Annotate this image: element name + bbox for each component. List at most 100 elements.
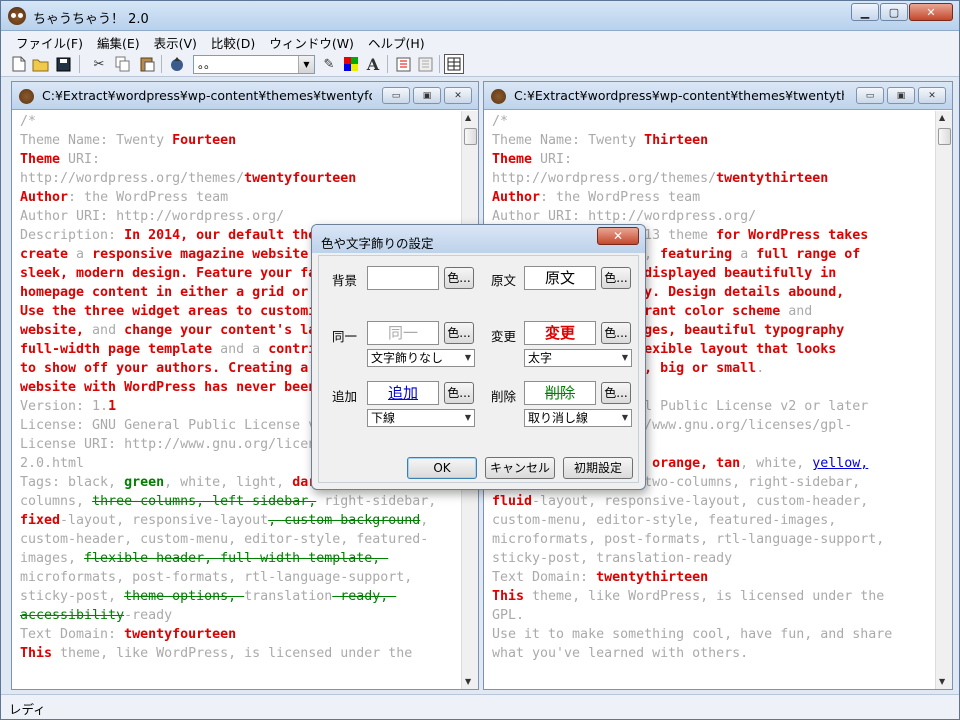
added-swatch: 追加 <box>367 381 439 405</box>
code-line: fixed-layout, responsive-layout, custom-… <box>20 511 458 530</box>
code-segment: /* <box>20 114 37 129</box>
code-segment: sticky-post, <box>20 589 125 604</box>
code-segment: -layout, responsive-layout <box>60 513 269 528</box>
close-button[interactable]: ✕ <box>909 3 953 21</box>
code-line: custom-header, custom-menu, editor-style… <box>20 530 458 549</box>
menu-view[interactable]: 表示(V) <box>147 31 204 51</box>
dialog-close-button[interactable]: ✕ <box>597 227 639 245</box>
menu-help[interactable]: ヘルプ(H) <box>361 31 432 51</box>
search-combo[interactable]: 。。 ▼ <box>193 55 315 74</box>
menu-window[interactable]: ウィンドウ(W) <box>262 31 361 51</box>
menu-bar: ファイル(F) 編集(E) 表示(V) 比較(D) ウィンドウ(W) ヘルプ(H… <box>1 31 959 51</box>
pen-icon[interactable]: ✎ <box>319 54 339 74</box>
code-line: Use it to make something cool, have fun,… <box>492 625 932 644</box>
code-segment: /* <box>492 114 509 129</box>
right-pane-minimize-button[interactable]: ▭ <box>856 87 884 104</box>
code-segment: sticky-post, translation-ready <box>492 551 733 566</box>
copy-icon[interactable] <box>113 54 133 74</box>
code-segment: Author URI: http://wordpress.org/ <box>492 209 757 224</box>
scroll-up-icon[interactable]: ▲ <box>939 113 945 122</box>
same-style-select[interactable]: 文字飾りなし ▼ <box>367 349 475 367</box>
color-icon[interactable] <box>341 54 361 74</box>
ok-button[interactable]: OK <box>407 457 477 479</box>
save-icon[interactable] <box>53 54 73 74</box>
chevron-down-icon[interactable]: ▼ <box>298 56 314 73</box>
left-pane-icon[interactable] <box>393 54 413 74</box>
menu-file[interactable]: ファイル(F) <box>9 31 90 51</box>
same-color-button[interactable]: 色... <box>444 322 474 344</box>
deleted-color-button[interactable]: 色... <box>601 382 631 404</box>
added-style-select[interactable]: 下線 ▼ <box>367 409 475 427</box>
chevron-down-icon: ▼ <box>621 353 628 362</box>
added-color-button[interactable]: 色... <box>444 382 474 404</box>
code-line: images, flexible-header, full-width-temp… <box>20 549 458 568</box>
dialog-title: 色や文字飾りの設定 <box>321 236 434 251</box>
code-segment: Fourteen <box>172 133 237 148</box>
changed-style-select[interactable]: 太字 ▼ <box>524 349 632 367</box>
deleted-label: 削除 <box>491 389 517 404</box>
left-pane-minimize-button[interactable]: ▭ <box>382 87 410 104</box>
grid-icon[interactable] <box>444 54 464 74</box>
code-line: microformats, post-formats, rtl-language… <box>492 530 932 549</box>
code-line: columns, three-columns, left-sidebar, ri… <box>20 492 458 511</box>
code-segment: full range of <box>756 247 861 262</box>
code-line: custom-menu, editor-style, featured-imag… <box>492 511 932 530</box>
dialog-titlebar: 色や文字飾りの設定 ✕ <box>312 225 645 253</box>
code-line: sticky-post, translation-ready <box>492 549 932 568</box>
original-color-button[interactable]: 色... <box>601 267 631 289</box>
menu-compare[interactable]: 比較(D) <box>204 31 262 51</box>
scroll-down-icon[interactable]: ▼ <box>939 677 945 686</box>
cut-icon[interactable]: ✂ <box>89 54 109 74</box>
font-icon[interactable]: A <box>363 54 383 74</box>
same-label: 同一 <box>332 329 358 344</box>
right-pane-maximize-button[interactable]: ▣ <box>887 87 915 104</box>
same-style-value: 文字飾りなし <box>371 351 444 365</box>
menu-edit[interactable]: 編集(E) <box>90 31 147 51</box>
dialog-body: 背景 色... 原文 原文 色... 同一 同一 色... 文字飾りなし ▼ 変… <box>318 255 639 483</box>
code-line: Author: the WordPress team <box>20 188 458 207</box>
code-segment: a <box>68 247 93 262</box>
code-segment: Use it to make something cool, have fun,… <box>492 627 893 642</box>
right-pane-titlebar: C:¥Extract¥wordpress¥wp-content¥themes¥t… <box>484 82 952 110</box>
changed-color-button[interactable]: 色... <box>601 322 631 344</box>
left-pane-maximize-button[interactable]: ▣ <box>413 87 441 104</box>
code-line: accessibility-ready <box>20 606 458 625</box>
window-controls: ▁ ▢ ✕ <box>851 3 953 21</box>
code-segment: URI: <box>532 152 573 167</box>
new-file-icon[interactable] <box>9 54 29 74</box>
left-pane-close-button[interactable]: ✕ <box>444 87 472 104</box>
code-segment: : the WordPress team <box>68 190 229 205</box>
code-line: http://wordpress.org/themes/twentythirte… <box>492 169 932 188</box>
scroll-down-icon[interactable]: ▼ <box>465 677 471 686</box>
title-bar: ちゃうちゃう！ 2.0 ▁ ▢ ✕ <box>1 1 959 31</box>
background-color-button[interactable]: 色... <box>444 267 474 289</box>
same-swatch: 同一 <box>367 321 439 345</box>
code-segment: website, <box>20 323 85 338</box>
code-segment: columns, <box>20 494 93 509</box>
left-scroll-thumb[interactable] <box>464 128 477 145</box>
cancel-button[interactable]: キャンセル <box>485 457 555 479</box>
app-logo-icon <box>8 7 26 25</box>
left-pane-titlebar: C:¥Extract¥wordpress¥wp-content¥themes¥t… <box>12 82 478 110</box>
open-folder-icon[interactable] <box>31 54 51 74</box>
reset-defaults-button[interactable]: 初期設定 <box>563 457 633 479</box>
minimize-button[interactable]: ▁ <box>851 3 879 21</box>
toolbar-separator <box>79 55 80 73</box>
scroll-up-icon[interactable]: ▲ <box>465 113 471 122</box>
code-line: http://wordpress.org/themes/twentyfourte… <box>20 169 458 188</box>
code-segment: full-width page template <box>20 342 213 357</box>
code-segment: -ready <box>124 608 173 623</box>
maximize-button[interactable]: ▢ <box>880 3 908 21</box>
right-scroll-thumb[interactable] <box>938 128 951 145</box>
toolbar-separator <box>387 55 388 73</box>
code-segment: 1 <box>108 399 117 414</box>
compare-icon[interactable] <box>167 54 187 74</box>
right-pane-close-button[interactable]: ✕ <box>918 87 946 104</box>
code-segment: http://wordpress.org/themes/ <box>20 171 245 186</box>
right-scrollbar[interactable]: ▲ ▼ <box>935 111 952 689</box>
deleted-style-select[interactable]: 取り消し線 ▼ <box>524 409 632 427</box>
code-segment: flexible-header, full-width-template, <box>84 551 389 566</box>
right-pane-icon[interactable] <box>415 54 435 74</box>
paste-icon[interactable] <box>137 54 157 74</box>
code-segment: and <box>84 323 125 338</box>
